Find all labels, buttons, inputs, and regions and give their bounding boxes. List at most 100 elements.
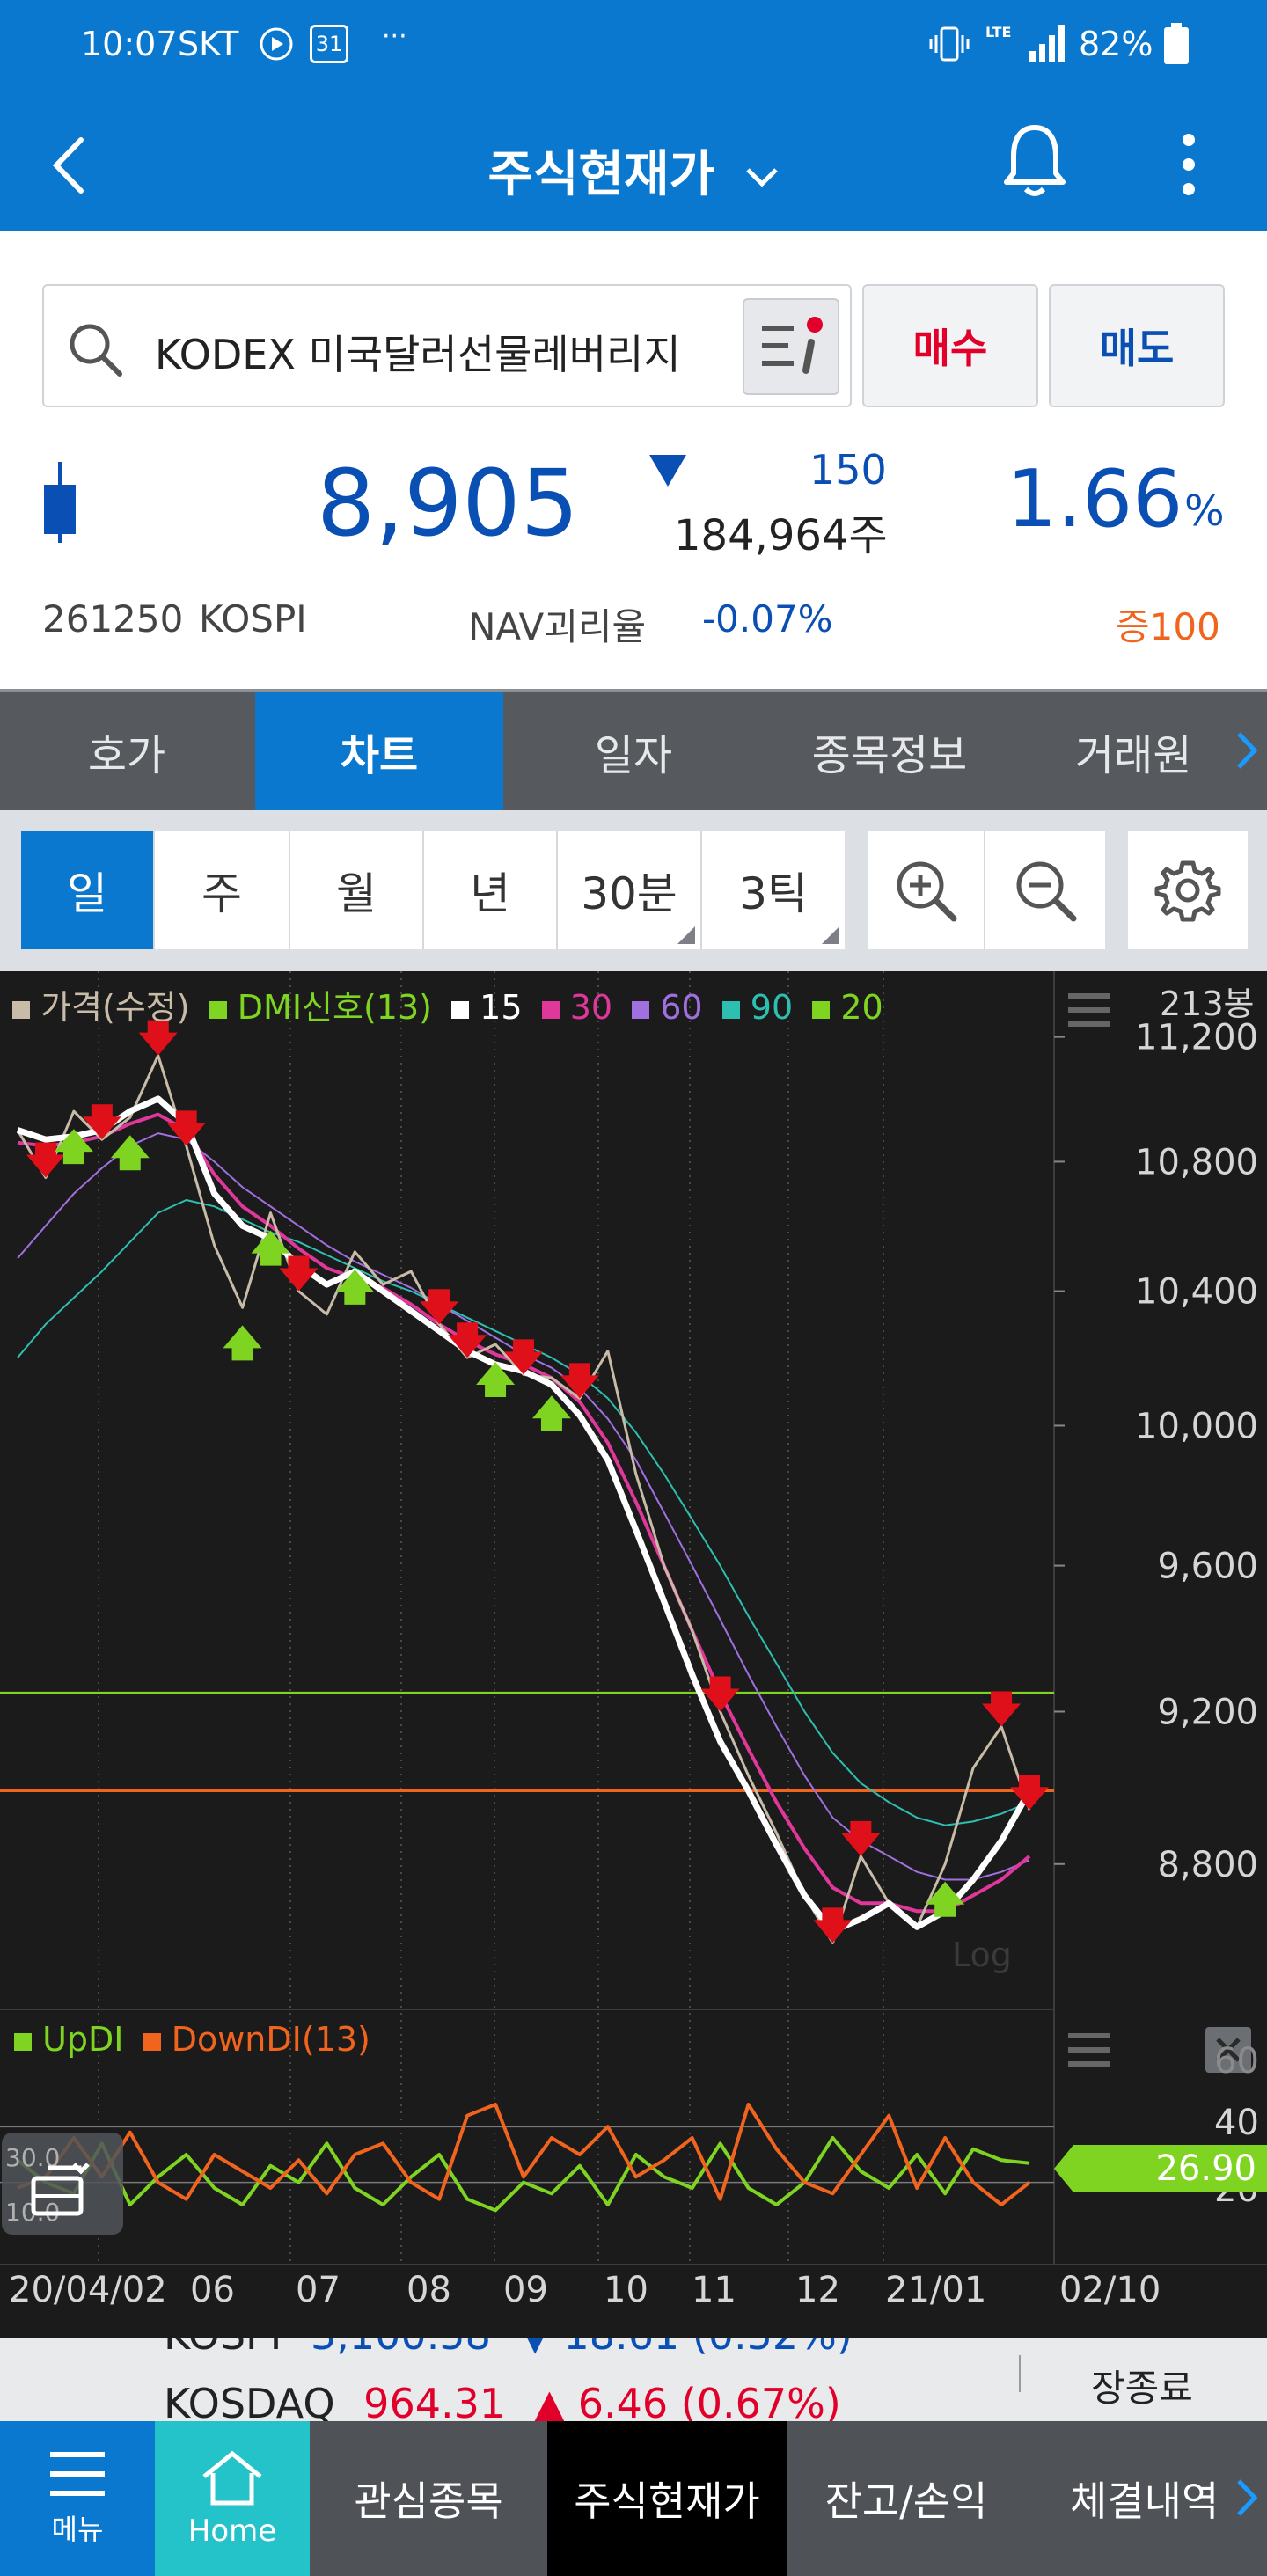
zoom-out-button[interactable] [985,831,1105,949]
margin-rate: 증100 [1116,605,1220,648]
main-plot [16,1054,1033,1944]
nav-scroll-right-icon[interactable] [1235,2477,1258,2518]
signal-icon [1028,23,1070,63]
log-scale-label: Log [952,1936,1012,1974]
period-3tick-button[interactable]: 3틱 [702,831,845,949]
more-menu-icon[interactable] [1175,133,1202,196]
y-tick-label: 8,800 [1157,1845,1258,1885]
candle-icon [40,458,79,546]
content-tabs: 호가 차트 일자 종목정보 거래원 [0,689,1267,810]
quote-panel: KODEX 미국달러선물레버리지 매수 매도 8,905 150 184,964… [0,231,1267,689]
tab-orderbook[interactable]: 호가 [0,692,253,810]
x-label: 10 [604,2270,648,2310]
nav-stock-price[interactable]: 주식현재가 [547,2421,787,2576]
stock-code: 261250 [42,597,184,640]
period-month-button[interactable]: 월 [290,831,424,949]
tab-chart[interactable]: 차트 [255,692,503,810]
home-button[interactable]: Home [155,2421,310,2576]
legend-price: 가격(수정) [40,988,190,1027]
legend-swatch [209,1001,227,1019]
stock-info-icon[interactable] [743,298,839,395]
sell-button[interactable]: 매도 [1049,284,1225,407]
tab-daily[interactable]: 일자 [505,692,762,810]
sub-tick-60: 60 [1214,2041,1259,2082]
price-change: 150 [809,446,887,494]
sub-tick-40: 40 [1214,2103,1259,2143]
dmi-legend: UpDI DownDI(13) [14,2020,370,2059]
media-icon [259,26,294,62]
vibrate-icon [927,25,971,63]
period-year-button[interactable]: 년 [424,831,558,949]
dropdown-corner-icon [677,926,695,944]
menu-button[interactable]: 메뉴 [0,2421,155,2576]
volume: 184,964주 [674,511,888,560]
x-label: 08 [406,2270,451,2310]
legend-swatch [812,1001,831,1019]
stock-search-field[interactable]: KODEX 미국달러선물레버리지 [42,284,852,407]
x-label-end: 02/10 [1059,2270,1161,2310]
app-header: 주식현재가 [0,92,1267,231]
status-carrier: SKT [178,25,239,63]
current-price: 8,905 [317,450,579,557]
series-line-price [16,1054,1031,1944]
legend-swatch [541,1001,560,1019]
legend-swatch [143,2033,161,2051]
x-label: 11 [692,2270,736,2310]
legend-ma60: 60 [660,988,703,1027]
buy-button[interactable]: 매수 [862,284,1038,407]
chart-overlay-toggle-button[interactable]: 30.0 10.0 [2,2133,123,2235]
sell-signal-arrow [841,1820,881,1856]
zoom-in-button[interactable] [868,831,985,949]
chart-period-toolbar: 일 주 월 년 30분 3틱 [0,810,1267,971]
tabs-scroll-right-icon[interactable] [1235,730,1258,771]
ticker-row-kospi: KOSPI 3,100.58 ▼ 18.61 (0.52%) [164,2338,853,2359]
chart-legend: 가격(수정) DMI신호(13) 15 30 60 90 20 [12,980,883,1028]
nav-label: NAV괴리율 [468,605,647,648]
y-tick-label: 10,000 [1135,1406,1258,1446]
legend-swatch [12,1001,30,1019]
nav-balance[interactable]: 잔고/손익 [787,2421,1026,2576]
dmi-signal-arrows [26,1020,1049,1943]
dropdown-corner-icon [822,926,839,944]
x-label: 20/04/02 [9,2270,167,2310]
nav-watchlist[interactable]: 관심종목 [310,2421,547,2576]
title-dropdown-icon[interactable] [744,166,780,189]
sell-signal-arrow [279,1255,319,1292]
ticker-row-kosdaq: KOSDAQ 964.31 ▲ 6.46 (0.67%) [164,2380,841,2421]
rotate-screen-icon [26,2152,100,2219]
calendar-icon: 31 [310,25,348,63]
tab-brokers[interactable]: 거래원 [1021,692,1258,810]
percent-unit: % [1184,487,1225,536]
tab-stock-info[interactable]: 종목정보 [762,692,1017,810]
chart-handle-icon[interactable] [1065,989,1114,1031]
x-label: 06 [190,2270,235,2310]
bell-icon[interactable] [1001,121,1068,198]
bottom-navigation: 메뉴 Home 관심종목 주식현재가 잔고/손익 체결내역 [0,2421,1267,2576]
period-day-button[interactable]: 일 [21,831,155,949]
bar-count: 213봉 [1160,984,1255,1023]
page-title[interactable]: 주식현재가 [0,135,1267,206]
chart-settings-button[interactable] [1128,831,1248,949]
chart-canvas[interactable]: 11,20010,80010,40010,0009,6009,2008,800 [0,971,1267,2338]
x-axis-labels: 20/04/02 06 07 08 09 10 11 12 21/01 02/1… [0,2270,1267,2323]
legend-ma30: 30 [569,988,613,1027]
legend-downdi: DownDI(13) [171,2020,370,2059]
legend-ma20: 20 [840,988,883,1027]
nav-value: -0.07% [702,597,833,640]
y-axis: 11,20010,80010,40010,0009,6009,2008,800 [1054,1018,1258,1885]
price-chart[interactable]: 11,200 10,800 10,400 10,000 9,600 9,200 8,800 … [0,971,1267,2338]
market-status: 장종료 [1091,2367,1193,2410]
nav-executions[interactable]: 체결내역 [1026,2421,1237,2576]
legend-swatch [14,2033,32,2051]
x-label: 07 [296,2270,341,2310]
period-30min-button[interactable]: 30분 [558,831,702,949]
period-week-button[interactable]: 주 [155,831,290,949]
status-bar: 10:07 SKT 31 ··· LTE 82% [0,0,1267,92]
search-input-value[interactable]: KODEX 미국달러선물레버리지 [155,323,681,381]
current-dmi-badge: 26.90 [1054,2145,1267,2192]
series-line-ma90 [17,1199,1030,1826]
lte-icon: LTE [985,24,1012,40]
sub-chart-handle-icon[interactable] [1065,2029,1114,2071]
index-ticker[interactable]: KOSPI 3,100.58 ▼ 18.61 (0.52%) KOSDAQ 96… [0,2338,1267,2421]
down-triangle-icon [646,451,690,490]
